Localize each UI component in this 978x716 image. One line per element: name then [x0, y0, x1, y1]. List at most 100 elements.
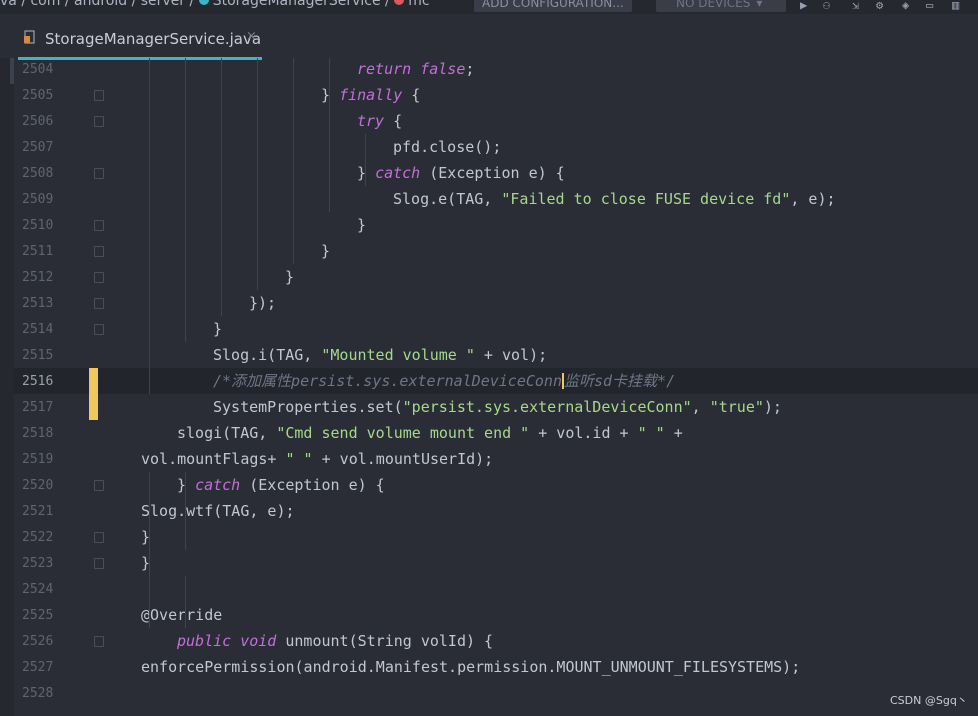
line-number[interactable]: 2510 [22, 218, 53, 233]
code-line[interactable]: 2522} [14, 524, 978, 550]
change-marker[interactable] [89, 394, 98, 420]
code-line[interactable]: 2516 /*添加属性persist.sys.externalDeviceConn… [14, 368, 978, 394]
indent-guide [329, 58, 330, 212]
code-line[interactable]: 2521 Slog.wtf(TAG, e); [14, 498, 978, 524]
close-icon[interactable]: × [246, 29, 257, 44]
line-number[interactable]: 2519 [22, 452, 53, 467]
breadcrumb-member[interactable]: mc [408, 0, 429, 9]
code-token: + vol.id + [529, 424, 638, 442]
run-icon[interactable]: ▶ [800, 0, 807, 12]
code-token: return false [357, 60, 466, 78]
code-token: Slog.e(TAG, [393, 190, 502, 208]
code-line[interactable]: 2515 Slog.i(TAG, "Mounted volume " + vol)… [14, 342, 978, 368]
line-number[interactable]: 2511 [22, 244, 53, 259]
line-number[interactable]: 2517 [22, 400, 53, 415]
breadcrumb-file[interactable]: StorageManagerService [213, 0, 381, 9]
editor-tab[interactable]: StorageManagerService.java × [18, 20, 262, 60]
line-number[interactable]: 2527 [22, 660, 53, 675]
code-text: } [213, 320, 222, 338]
code-line[interactable]: 2520} catch (Exception e) { [14, 472, 978, 498]
fold-icon[interactable] [94, 636, 104, 647]
code-token: }); [249, 294, 277, 312]
line-number[interactable]: 2514 [22, 322, 53, 337]
add-configuration-button[interactable]: ADD CONFIGURATION... [474, 0, 632, 12]
code-line[interactable]: 2523} [14, 550, 978, 576]
code-editor[interactable]: 2504 return false; 2505 } finally { 2506 try… [14, 58, 978, 716]
line-number[interactable]: 2516 [22, 374, 53, 389]
indent-guide [149, 58, 150, 394]
indent-guide [365, 134, 366, 186]
fold-icon[interactable] [94, 324, 104, 335]
code-line[interactable]: 2518 slogi(TAG, "Cmd send volume mount en… [14, 420, 978, 446]
build-icon[interactable]: ⇲ [852, 0, 859, 12]
line-number[interactable]: 2505 [22, 88, 53, 103]
line-number[interactable]: 2521 [22, 504, 53, 519]
fold-icon[interactable] [94, 220, 104, 231]
code-line[interactable]: 2508} catch (Exception e) { [14, 160, 978, 186]
line-number[interactable]: 2522 [22, 530, 53, 545]
line-number[interactable]: 2509 [22, 192, 53, 207]
device-manager-icon[interactable]: ▭ [926, 0, 933, 12]
line-number[interactable]: 2520 [22, 478, 53, 493]
code-token: SystemProperties.set( [213, 398, 403, 416]
code-line[interactable]: 2505 } finally { [14, 82, 978, 108]
line-number[interactable]: 2512 [22, 270, 53, 285]
code-text: } [357, 216, 366, 234]
code-line[interactable]: 2527 enforcePermission(android.Manifest.p… [14, 654, 978, 680]
fold-icon[interactable] [94, 480, 104, 491]
code-line[interactable]: 2519 vol.mountFlags+ " " + vol.mountUserI… [14, 446, 978, 472]
code-token: "Failed to close FUSE device fd" [501, 190, 791, 208]
code-token: catch [375, 164, 421, 182]
code-line[interactable]: 2511} [14, 238, 978, 264]
fold-icon[interactable] [94, 558, 104, 569]
breadcrumb-path[interactable]: va / com / android / server / [0, 0, 199, 9]
code-line[interactable]: 2525 @Override [14, 602, 978, 628]
code-token: } [213, 320, 223, 338]
device-selector[interactable]: NO DEVICES ▾ [656, 0, 786, 12]
line-number[interactable]: 2528 [22, 686, 53, 701]
code-line[interactable]: 2514} [14, 316, 978, 342]
code-line[interactable]: 2528 [14, 680, 978, 706]
line-number[interactable]: 2523 [22, 556, 53, 571]
line-number[interactable]: 2526 [22, 634, 53, 649]
line-number[interactable]: 2508 [22, 166, 53, 181]
line-number[interactable]: 2504 [22, 62, 53, 77]
line-number[interactable]: 2507 [22, 140, 53, 155]
code-line[interactable]: 2510} [14, 212, 978, 238]
code-line[interactable]: 2504 return false; [14, 58, 978, 82]
more-icon[interactable]: ▥ [952, 0, 959, 12]
line-number[interactable]: 2513 [22, 296, 53, 311]
breadcrumb[interactable]: va / com / android / server / StorageMan… [0, 0, 430, 9]
code-text: return false; [357, 60, 483, 78]
line-number[interactable]: 2515 [22, 348, 53, 363]
code-line[interactable]: 2513}); [14, 290, 978, 316]
code-text: Slog.e(TAG, "Failed to close FUSE device… [393, 190, 836, 208]
left-tool-strip [0, 14, 14, 716]
code-line[interactable]: 2509 Slog.e(TAG, "Failed to close FUSE de… [14, 186, 978, 212]
code-line[interactable]: 2526 public void unmount(String volId) { [14, 628, 978, 654]
line-number[interactable]: 2525 [22, 608, 53, 623]
code-token: ); [763, 398, 782, 416]
code-line[interactable]: 2507 pfd.close(); [14, 134, 978, 160]
fold-icon[interactable] [94, 90, 104, 101]
line-number[interactable]: 2518 [22, 426, 53, 441]
line-number[interactable]: 2506 [22, 114, 53, 129]
plugin-icon[interactable]: ◈ [902, 0, 909, 12]
code-text: } finally { [321, 86, 420, 104]
code-line[interactable]: 2524 [14, 576, 978, 602]
debug-icon[interactable]: ⚇ [823, 0, 830, 12]
fold-icon[interactable] [94, 272, 104, 283]
code-token: pfd.close(); [393, 138, 502, 156]
code-line[interactable]: 2517 SystemProperties.set("persist.sys.ex… [14, 394, 978, 420]
settings-icon[interactable]: ⚙ [876, 0, 883, 12]
fold-icon[interactable] [94, 298, 104, 309]
fold-icon[interactable] [94, 246, 104, 257]
line-number[interactable]: 2524 [22, 582, 53, 597]
code-line[interactable]: 2512} [14, 264, 978, 290]
fold-icon[interactable] [94, 116, 104, 127]
fold-icon[interactable] [94, 532, 104, 543]
indent-guide [185, 576, 186, 628]
change-marker[interactable] [89, 368, 98, 394]
fold-icon[interactable] [94, 168, 104, 179]
code-line[interactable]: 2506 try { [14, 108, 978, 134]
